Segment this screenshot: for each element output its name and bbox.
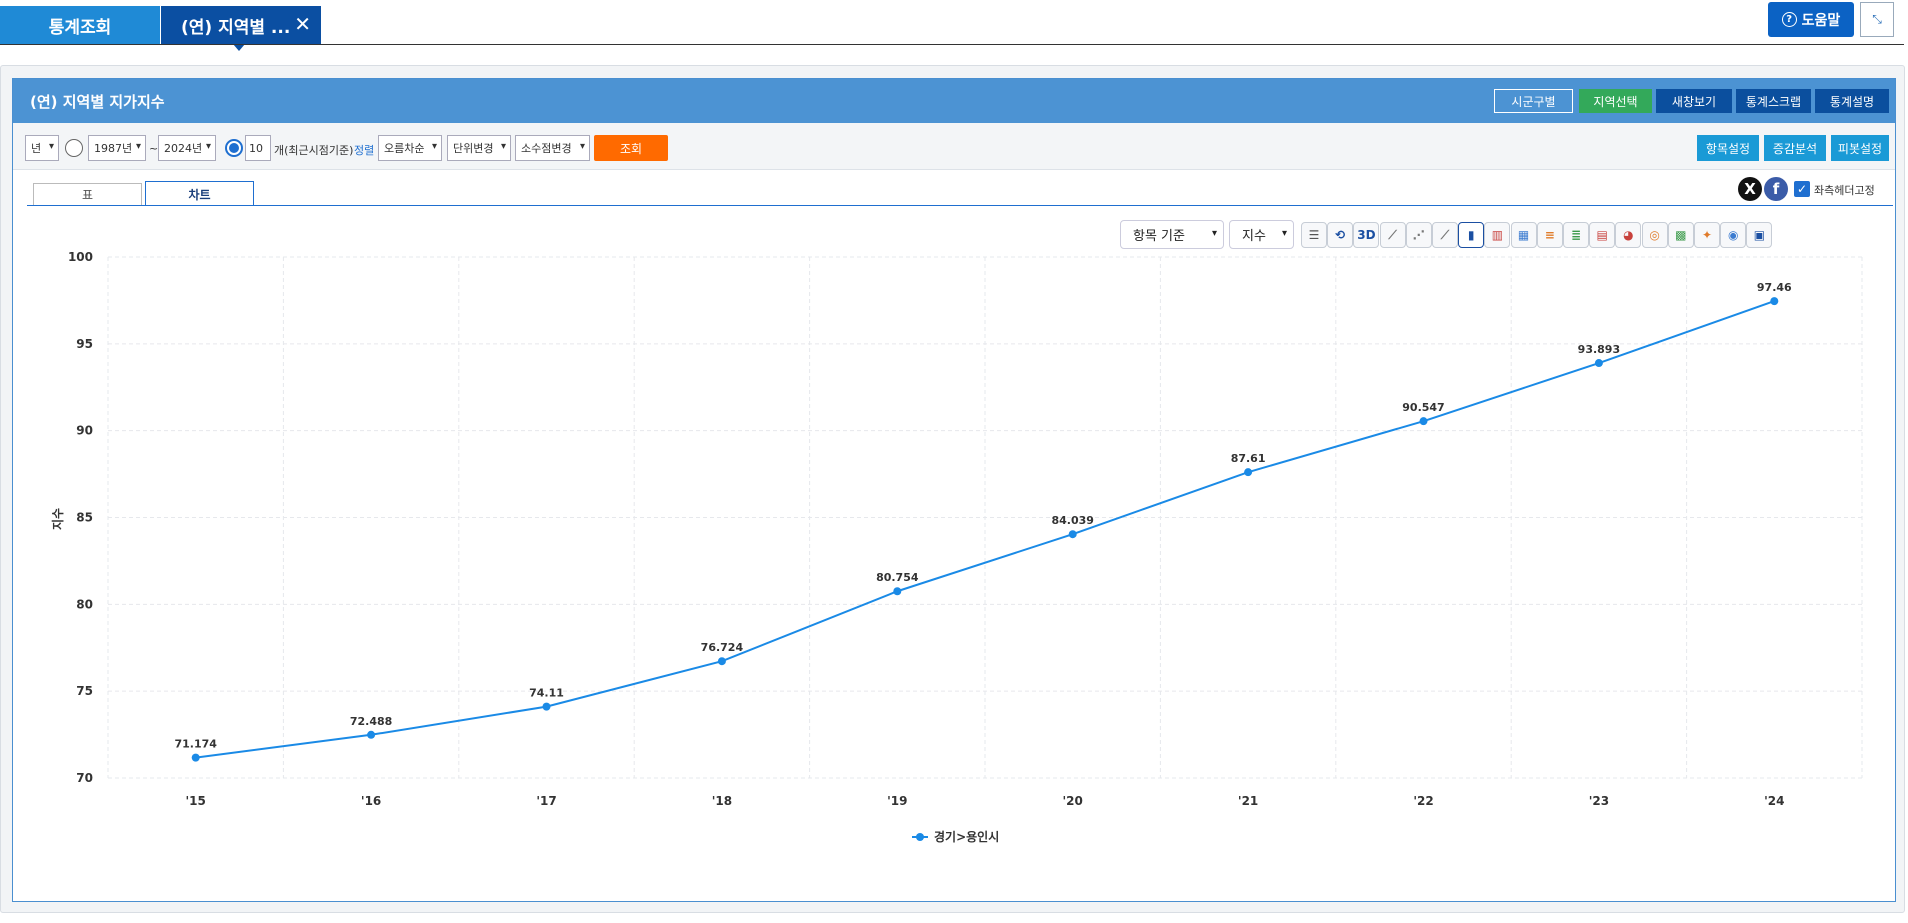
data-point: [542, 702, 551, 711]
legend-marker: [912, 832, 928, 841]
data-label: 80.754: [876, 571, 919, 584]
y-tick-label: 95: [76, 337, 93, 351]
data-label: 76.724: [701, 641, 744, 654]
x-tick-label: '21: [1238, 794, 1258, 808]
y-tick-label: 75: [76, 684, 93, 698]
line-chart: 70 75 80 85 90 95 100 '15 '16 '17 '18 '19 '20 '21 '22 '…: [50, 250, 1863, 808]
x-tick-label: '16: [361, 794, 381, 808]
data-point: [1068, 530, 1077, 539]
data-point: [893, 587, 902, 596]
data-point: [1770, 297, 1779, 306]
y-tick-label: 85: [76, 511, 93, 525]
data-point: [717, 657, 726, 666]
x-tick-label: '15: [186, 794, 206, 808]
data-point: [191, 753, 200, 762]
y-tick-label: 70: [76, 771, 93, 785]
data-point: [367, 730, 376, 739]
y-tick-label: 90: [76, 424, 93, 438]
x-tick-label: '17: [536, 794, 556, 808]
legend-series-name: 경기>용인시: [934, 830, 1000, 844]
y-tick-label: 100: [68, 250, 93, 264]
app-root: 통계조회 (연) 지역별 ... ✕ ? 도움말 ⤡ (연) 지역별 지가지수 …: [0, 0, 1908, 923]
x-tick-label: '23: [1589, 794, 1609, 808]
data-label: 71.174: [174, 738, 217, 751]
data-point: [1244, 468, 1253, 477]
data-point: [1594, 359, 1603, 368]
data-label: 87.61: [1231, 452, 1266, 465]
x-tick-label: '20: [1063, 794, 1083, 808]
x-tick-label: '18: [712, 794, 732, 808]
data-label: 72.488: [350, 715, 392, 728]
x-tick-label: '22: [1413, 794, 1433, 808]
data-label: 93.893: [1578, 343, 1620, 356]
data-label: 84.039: [1051, 514, 1093, 527]
data-point: [1419, 417, 1428, 426]
data-label: 97.46: [1757, 281, 1792, 294]
x-tick-label: '24: [1764, 794, 1784, 808]
data-label: 74.11: [529, 687, 564, 700]
chart-legend[interactable]: 경기>용인시: [912, 828, 999, 845]
y-axis-label: 지수: [50, 508, 65, 530]
x-tick-label: '19: [887, 794, 907, 808]
y-tick-label: 80: [76, 597, 93, 611]
data-label: 90.547: [1402, 401, 1444, 414]
